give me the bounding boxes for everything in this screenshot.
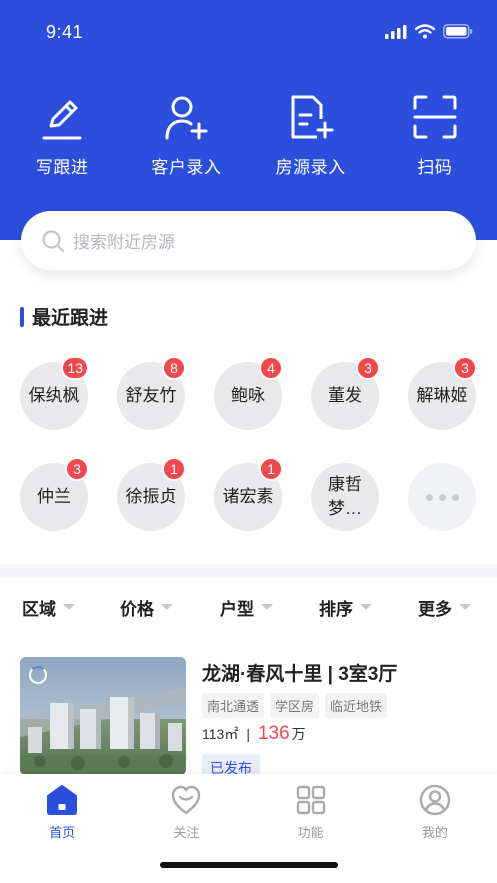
section-divider: [0, 564, 497, 578]
scan-icon: [410, 92, 460, 142]
quick-action-scan[interactable]: 扫码: [373, 92, 497, 178]
heart-icon: [172, 785, 201, 815]
search-icon: [42, 229, 65, 252]
contact-avatar[interactable]: 徐振贞 1: [117, 457, 186, 531]
contact-name: 保纨枫: [28, 386, 80, 405]
unread-badge: 4: [259, 356, 283, 380]
section-accent-bar: [20, 306, 24, 327]
filter-bar: 区域 价格 户型 排序 更多: [0, 586, 497, 628]
tab-label: 首页: [49, 825, 76, 840]
quick-actions: 写跟进 客户录入 房源录入 扫码: [0, 92, 497, 178]
listing-tag: 南北通透: [202, 693, 265, 718]
contact-avatar[interactable]: 保纨枫 13: [20, 356, 89, 430]
contact-name: 徐振贞: [125, 487, 177, 506]
loading-ring-icon: [29, 666, 47, 684]
caret-down-icon: [459, 604, 471, 610]
contact-avatar[interactable]: 康哲梦…: [311, 463, 379, 531]
tab-label: 功能: [297, 825, 324, 840]
listing-meta: 113㎡ | 136 万: [202, 723, 306, 745]
wifi-icon: [415, 24, 435, 39]
tab-follow[interactable]: 关注: [124, 784, 248, 841]
contact-avatar[interactable]: 解琳姬 3: [408, 356, 477, 430]
quick-action-label: 客户录入: [151, 158, 222, 177]
contact-avatar[interactable]: 舒友竹 8: [117, 356, 186, 430]
quick-action-label: 扫码: [417, 158, 453, 177]
filter-label: 户型: [220, 599, 254, 619]
tab-mine[interactable]: 我的: [373, 784, 497, 841]
contact-avatar[interactable]: 仲兰 3: [20, 457, 89, 531]
quick-action-add-client[interactable]: 客户录入: [124, 92, 248, 178]
status-time: 9:41: [46, 22, 84, 42]
unread-badge: 3: [65, 457, 89, 481]
contact-avatar[interactable]: 董发 3: [311, 356, 380, 430]
meta-separator: |: [246, 726, 250, 742]
tab-home[interactable]: 首页: [0, 784, 124, 841]
filter-price[interactable]: 价格: [120, 586, 173, 628]
contact-name: 董发: [328, 386, 362, 405]
filter-more[interactable]: 更多: [418, 586, 471, 628]
more-contacts-button[interactable]: [408, 463, 476, 531]
quick-action-label: 写跟进: [35, 158, 89, 177]
contact-avatar[interactable]: 诸宏素 1: [214, 457, 283, 531]
search-placeholder: 搜索附近房源: [73, 233, 175, 252]
contact-name: 解琳姬: [416, 386, 468, 405]
home-icon: [47, 785, 78, 815]
search-input[interactable]: 搜索附近房源: [21, 211, 476, 270]
filter-label: 更多: [418, 599, 452, 619]
contact-name: 舒友竹: [125, 386, 177, 405]
add-document-icon: [286, 92, 336, 142]
unread-badge: 1: [162, 457, 186, 481]
filter-label: 区域: [22, 599, 56, 619]
more-dots-icon: [425, 493, 459, 501]
contact-avatar[interactable]: 鲍咏 4: [214, 356, 283, 430]
listing-area: 113㎡: [202, 726, 239, 742]
pen-icon: [37, 92, 87, 142]
signal-icon: [385, 24, 407, 39]
listing-tags: 南北通透 学区房 临近地铁: [202, 693, 388, 718]
status-bar: 9:41: [0, 0, 497, 66]
filter-layout[interactable]: 户型: [220, 586, 273, 628]
section-title-text: 最近跟进: [32, 308, 109, 329]
contact-name: 康哲梦…: [328, 475, 362, 518]
grid-icon: [296, 785, 325, 815]
unread-badge: 13: [61, 356, 89, 380]
listing-title: 龙湖·春风十里 | 3室3厅: [202, 664, 398, 685]
listing-price: 136: [257, 723, 290, 744]
contact-name: 诸宏素: [222, 487, 274, 506]
filter-sort[interactable]: 排序: [319, 586, 372, 628]
header: 9:41 写跟进 客户录入 房源录入 扫码: [0, 0, 497, 240]
listing-tag: 学区房: [270, 693, 320, 718]
home-indicator: [160, 862, 338, 868]
status-icons: [385, 24, 473, 39]
listing-tag: 临近地铁: [325, 693, 388, 718]
caret-down-icon: [161, 604, 173, 610]
unread-badge: 8: [162, 356, 186, 380]
caret-down-icon: [261, 604, 273, 610]
listing-thumbnail: [20, 657, 186, 775]
unread-badge: 3: [356, 356, 380, 380]
listing-card[interactable]: 龙湖·春风十里 | 3室3厅 南北通透 学区房 临近地铁 113㎡ | 136 …: [20, 657, 477, 782]
quick-action-add-property[interactable]: 房源录入: [249, 92, 373, 178]
contact-name: 仲兰: [37, 487, 71, 506]
filter-region[interactable]: 区域: [22, 586, 75, 628]
quick-action-label: 房源录入: [275, 158, 346, 177]
filter-label: 价格: [120, 599, 154, 619]
unread-badge: 1: [259, 457, 283, 481]
caret-down-icon: [360, 604, 372, 610]
tab-label: 我的: [421, 825, 448, 840]
tab-functions[interactable]: 功能: [249, 784, 373, 841]
filter-label: 排序: [319, 599, 353, 619]
contact-name: 鲍咏: [231, 386, 265, 405]
listing-price-unit: 万: [291, 726, 306, 742]
add-user-icon: [161, 92, 211, 142]
quick-action-write-followup[interactable]: 写跟进: [0, 92, 124, 178]
caret-down-icon: [63, 604, 75, 610]
unread-badge: 3: [453, 356, 477, 380]
tab-label: 关注: [173, 825, 200, 840]
battery-icon: [443, 24, 473, 39]
profile-icon: [419, 784, 451, 816]
section-title-recent: 最近跟进: [20, 303, 108, 330]
